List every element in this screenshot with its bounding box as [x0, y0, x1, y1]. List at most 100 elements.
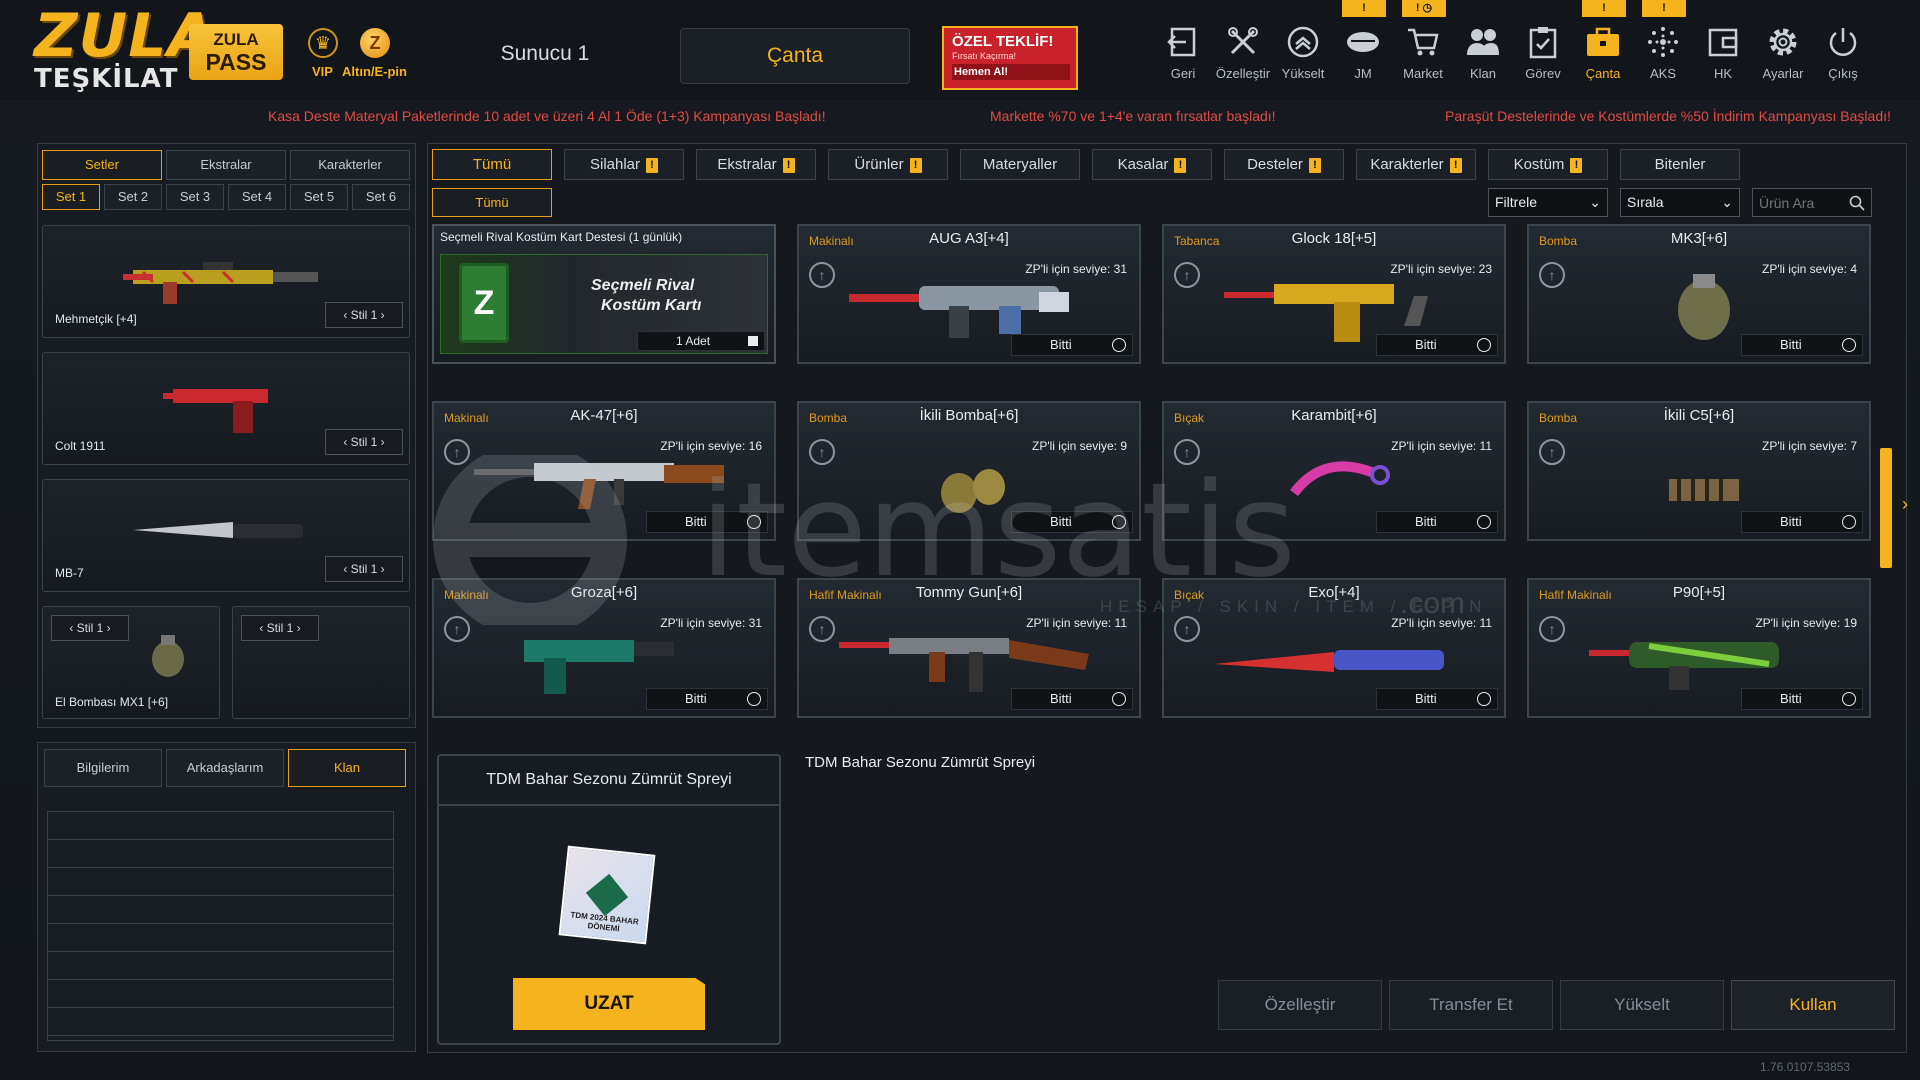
quantity-label: 1 Adet: [676, 334, 711, 348]
clock-icon: [1477, 338, 1491, 352]
upgrade-arrow-icon[interactable]: ↑: [809, 262, 835, 288]
nav-mission[interactable]: Görev: [1513, 24, 1573, 81]
inventory-item[interactable]: Bomba İkili Bomba[+6] ↑ ZP'li için seviy…: [797, 401, 1141, 541]
nav-back[interactable]: Geri: [1153, 24, 1213, 81]
extend-button[interactable]: UZAT: [513, 978, 705, 1030]
upgrade-arrow-icon[interactable]: ↑: [809, 616, 835, 642]
set-4-tab[interactable]: Set 4: [228, 184, 286, 210]
nav-upgrade[interactable]: Yükselt: [1273, 24, 1333, 81]
tab-costume[interactable]: Kostüm!: [1488, 149, 1608, 180]
set-6-tab[interactable]: Set 6: [352, 184, 410, 210]
upgrade-icon: [1287, 26, 1319, 58]
style-selector[interactable]: ‹ Stil 1 ›: [241, 615, 319, 641]
tab-characters[interactable]: Karakterler!: [1356, 149, 1476, 180]
pistol-slot[interactable]: Colt 1911 ‹ Stil 1 ›: [42, 352, 410, 465]
subtab-all[interactable]: Tümü: [432, 188, 552, 217]
filter-dropdown[interactable]: Filtrele ⌄: [1488, 188, 1608, 217]
style-selector[interactable]: ‹ Stil 1 ›: [325, 302, 403, 328]
tab-sets[interactable]: Setler: [42, 150, 162, 180]
announcement-2[interactable]: Markette %70 ve 1+4'e varan fırsatlar ba…: [990, 108, 1276, 124]
upgrade-arrow-icon[interactable]: ↑: [444, 616, 470, 642]
upgrade-arrow-icon[interactable]: ↑: [1174, 439, 1200, 465]
social-panel: Bilgilerim Arkadaşlarım Klan: [37, 742, 416, 1052]
nav-clan[interactable]: Klan: [1453, 24, 1513, 81]
logo-title: ZULA: [34, 1, 215, 71]
primary-weapon-slot[interactable]: Mehmetçik [+4] ‹ Stil 1 ›: [42, 225, 410, 338]
inventory-item-deck[interactable]: Seçmeli Rival Kostüm Kart Destesi (1 gün…: [432, 224, 776, 364]
gold-coin-icon[interactable]: Z: [360, 28, 390, 58]
tab-extras[interactable]: Ekstralar: [166, 150, 286, 180]
tab-decks[interactable]: Desteler!: [1224, 149, 1344, 180]
weapon-name: Colt 1911: [55, 439, 106, 453]
tab-characters[interactable]: Karakterler: [290, 150, 410, 180]
melee-slot[interactable]: MB-7 ‹ Stil 1 ›: [42, 479, 410, 592]
nav-jm[interactable]: JM: [1333, 24, 1393, 81]
inventory-item[interactable]: Hafif Makinalı Tommy Gun[+6] ↑ ZP'li içi…: [797, 578, 1141, 718]
set-5-tab[interactable]: Set 5: [290, 184, 348, 210]
nav-hk[interactable]: HK: [1693, 24, 1753, 81]
inventory-item[interactable]: Makinalı AK-47[+6] ↑ ZP'li için seviye: …: [432, 401, 776, 541]
upgrade-arrow-icon[interactable]: ↑: [809, 439, 835, 465]
grenade-slot[interactable]: ‹ Stil 1 › El Bombası MX1 [+6]: [42, 606, 220, 719]
nav-bag[interactable]: Çanta: [1573, 24, 1633, 81]
tab-my-info[interactable]: Bilgilerim: [44, 749, 162, 787]
scroll-arrow-icon[interactable]: ›: [1902, 494, 1908, 515]
card-line-2: Kostüm Kartı: [601, 297, 702, 314]
nav-exit[interactable]: Çıkış: [1813, 24, 1873, 81]
upgrade-arrow-icon[interactable]: ↑: [444, 439, 470, 465]
search-input[interactable]: [1753, 189, 1843, 216]
zula-pass-button[interactable]: ZULA PASS: [189, 24, 283, 80]
special-offer-banner[interactable]: ÖZEL TEKLİF! Fırsatı Kaçırma! Hemen Al!: [942, 26, 1078, 90]
inventory-item[interactable]: Tabanca Glock 18[+5] ↑ ZP'li için seviye…: [1162, 224, 1506, 364]
inventory-item[interactable]: Bıçak Exo[+4] ↑ ZP'li için seviye: 11 Bi…: [1162, 578, 1506, 718]
sort-dropdown[interactable]: Sırala ⌄: [1620, 188, 1740, 217]
style-selector[interactable]: ‹ Stil 1 ›: [325, 429, 403, 455]
tab-clan[interactable]: Klan: [288, 749, 406, 787]
nav-settings[interactable]: Ayarlar: [1753, 24, 1813, 81]
inventory-item[interactable]: Bomba İkili C5[+6] ↑ ZP'li için seviye: …: [1527, 401, 1871, 541]
nav-customize[interactable]: Özelleştir: [1213, 24, 1273, 81]
scrollbar-thumb[interactable]: [1880, 448, 1892, 568]
style-selector[interactable]: ‹ Stil 1 ›: [51, 615, 129, 641]
customize-button[interactable]: Özelleştir: [1218, 980, 1382, 1030]
upgrade-arrow-icon[interactable]: ↑: [1174, 262, 1200, 288]
back-icon: [1167, 27, 1196, 57]
upgrade-arrow-icon[interactable]: ↑: [1539, 616, 1565, 642]
upgrade-arrow-icon[interactable]: ↑: [1174, 616, 1200, 642]
tab-all[interactable]: Tümü: [432, 149, 552, 180]
inventory-item[interactable]: Makinalı AUG A3[+4] ↑ ZP'li için seviye:…: [797, 224, 1141, 364]
tab-label: Kostüm: [1513, 156, 1565, 173]
tab-weapons[interactable]: Silahlar!: [564, 149, 684, 180]
clan-member-list[interactable]: [47, 811, 394, 1041]
vip-crown-icon[interactable]: ♛: [308, 28, 338, 58]
inventory-item[interactable]: Makinalı Groza[+6] ↑ ZP'li için seviye: …: [432, 578, 776, 718]
tab-finished[interactable]: Bitenler: [1620, 149, 1740, 180]
style-selector[interactable]: ‹ Stil 1 ›: [325, 556, 403, 582]
set-1-tab[interactable]: Set 1: [42, 184, 100, 210]
tab-products[interactable]: Ürünler!: [828, 149, 948, 180]
inventory-item[interactable]: Bomba MK3[+6] ↑ ZP'li için seviye: 4 Bit…: [1527, 224, 1871, 364]
use-button[interactable]: Kullan: [1731, 980, 1895, 1030]
inventory-item[interactable]: Hafif Makinalı P90[+5] ↑ ZP'li için sevi…: [1527, 578, 1871, 718]
tab-friends[interactable]: Arkadaşlarım: [166, 749, 284, 787]
alert-icon: !: [782, 157, 795, 173]
set-2-tab[interactable]: Set 2: [104, 184, 162, 210]
announcement-1[interactable]: Kasa Deste Materyal Paketlerinde 10 adet…: [268, 108, 826, 124]
extra-slot[interactable]: ‹ Stil 1 ›: [232, 606, 410, 719]
tab-extras[interactable]: Ekstralar!: [696, 149, 816, 180]
search-icon[interactable]: [1849, 195, 1865, 211]
upgrade-button[interactable]: Yükselt: [1560, 980, 1724, 1030]
selected-item-card: TDM Bahar Sezonu Zümrüt Spreyi TDM 2024 …: [437, 754, 781, 1045]
inventory-item[interactable]: Bıçak Karambit[+6] ↑ ZP'li için seviye: …: [1162, 401, 1506, 541]
set-3-tab[interactable]: Set 3: [166, 184, 224, 210]
nav-market[interactable]: Market: [1393, 24, 1453, 81]
status-badge: Bitti: [1011, 334, 1133, 356]
announcement-3[interactable]: Paraşüt Destelerinde ve Kostümlerde %50 …: [1445, 108, 1891, 124]
transfer-button[interactable]: Transfer Et: [1389, 980, 1553, 1030]
tab-crates[interactable]: Kasalar!: [1092, 149, 1212, 180]
upgrade-arrow-icon[interactable]: ↑: [1539, 262, 1565, 288]
tab-materials[interactable]: Materyaller: [960, 149, 1080, 180]
upgrade-arrow-icon[interactable]: ↑: [1539, 439, 1565, 465]
nav-aks[interactable]: AKS: [1633, 24, 1693, 81]
search-box[interactable]: [1752, 188, 1872, 217]
